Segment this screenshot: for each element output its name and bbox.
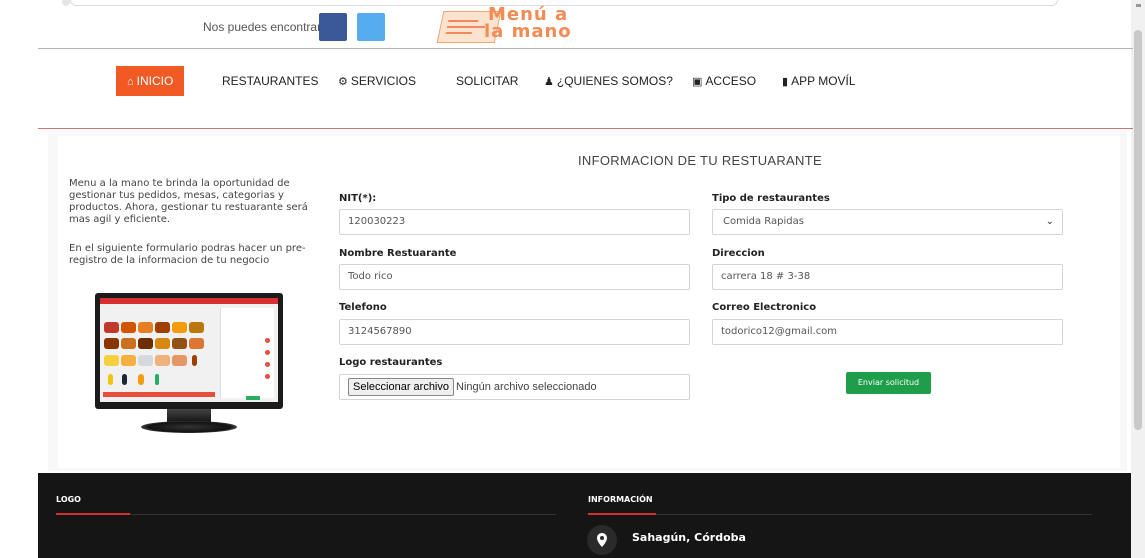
nav-servicios[interactable]: ⚙ SERVICIOS <box>338 66 416 96</box>
direccion-label: Direccion <box>712 248 765 259</box>
nav-acceso-label: ACCESO <box>705 74 757 88</box>
monitor-illustration <box>95 293 283 409</box>
nav-inicio-label: INICIO <box>136 74 174 88</box>
telefono-value: 3124567890 <box>348 326 412 337</box>
logo-file-input[interactable]: Seleccionar archivo Ningún archivo selecc… <box>339 374 690 400</box>
nav-acceso[interactable]: ▣ ACCESO <box>692 66 756 96</box>
header-divider <box>38 48 1133 49</box>
form-title: INFORMACION DE TU RESTUARANTE <box>578 153 822 168</box>
logo-label: Logo restaurantes <box>339 357 443 368</box>
correo-value: todorico12@gmail.com <box>721 326 838 337</box>
gears-icon: ⚙ <box>338 76 348 88</box>
nav-quienes-somos-label: ¿QUIENES SOMOS? <box>556 74 673 88</box>
footer-accent-right <box>588 513 656 515</box>
nombre-restaurante-label: Nombre Restuarante <box>339 248 457 259</box>
footer-accent-left <box>56 513 130 515</box>
intro-paragraph-2: En el siguiente formulario podras hacer … <box>69 243 306 266</box>
logo-text-line2: la mano <box>484 21 572 42</box>
twitter-icon[interactable] <box>357 13 385 41</box>
site-logo[interactable]: Menú a la mano <box>436 4 618 45</box>
map-marker-icon <box>587 525 617 555</box>
home-icon: ⌂ <box>127 76 134 88</box>
nav-inicio[interactable]: ⌂ INICIO <box>116 66 185 96</box>
nombre-restaurante-value: Todo rico <box>348 271 393 282</box>
nombre-restaurante-input[interactable]: Todo rico <box>339 264 690 290</box>
footer-info-heading: INFORMACIÓN <box>588 495 653 504</box>
facebook-icon[interactable] <box>319 13 347 41</box>
telefono-label: Telefono <box>339 302 387 313</box>
scrollbar-thumb[interactable] <box>1134 30 1142 430</box>
app-screenshot <box>100 298 278 402</box>
browser-tab-edge <box>62 0 70 6</box>
nit-label: NIT(*): <box>339 193 377 204</box>
telefono-input[interactable]: 3124567890 <box>339 319 690 345</box>
footer-divider-left <box>56 514 556 515</box>
nit-input[interactable]: 120030223 <box>339 209 690 235</box>
file-status: Ningún archivo seleccionado <box>456 381 597 393</box>
tipo-restaurante-select[interactable]: Comida Rapidas ⌄ <box>712 209 1063 235</box>
direccion-input[interactable]: carrera 18 # 3-38 <box>712 264 1063 290</box>
footer-divider-right <box>588 514 1092 515</box>
nav-servicios-label: SERVICIOS <box>350 74 417 88</box>
tipo-restaurante-value: Comida Rapidas <box>723 216 804 227</box>
footer-logo-heading: LOGO <box>56 495 81 504</box>
nav-restaurantes-label: RESTAURANTES <box>222 74 319 88</box>
nav-solicitar-label: SOLICITAR <box>456 74 519 88</box>
users-icon: ♟ <box>544 76 554 88</box>
nit-value: 120030223 <box>348 216 406 227</box>
correo-label: Correo Electronico <box>712 302 817 313</box>
choose-file-button[interactable]: Seleccionar archivo <box>348 378 454 396</box>
monitor-base <box>141 421 237 433</box>
nav-restaurantes[interactable]: RESTAURANTES <box>222 66 318 96</box>
footer <box>38 473 1131 558</box>
nav-divider <box>38 128 1133 129</box>
chevron-down-icon: ⌄ <box>1045 216 1054 227</box>
direccion-value: carrera 18 # 3-38 <box>721 271 811 282</box>
lock-icon: ▣ <box>692 76 703 88</box>
footer-location: Sahagún, Córdoba <box>632 531 746 544</box>
submit-button[interactable]: Enviar solicitud <box>846 372 931 394</box>
mobile-icon: ▮ <box>782 76 789 88</box>
nav-app-movil[interactable]: ▮ APP MOVÍL <box>782 66 856 96</box>
nav-quienes-somos[interactable]: ♟ ¿QUIENES SOMOS? <box>544 66 673 96</box>
scroll-up-arrow[interactable] <box>1136 4 1141 7</box>
correo-input[interactable]: todorico12@gmail.com <box>712 319 1063 345</box>
vertical-scrollbar[interactable] <box>1131 0 1145 558</box>
nav-solicitar[interactable]: SOLICITAR <box>456 66 518 96</box>
nav-app-movil-label: APP MOVÍL <box>791 74 856 88</box>
intro-paragraph-1: Menu a la mano te brinda la oportunidad … <box>69 178 308 225</box>
find-us-label: Nos puedes encontrar: <box>203 20 325 34</box>
tipo-restaurante-label: Tipo de restaurantes <box>712 193 830 204</box>
